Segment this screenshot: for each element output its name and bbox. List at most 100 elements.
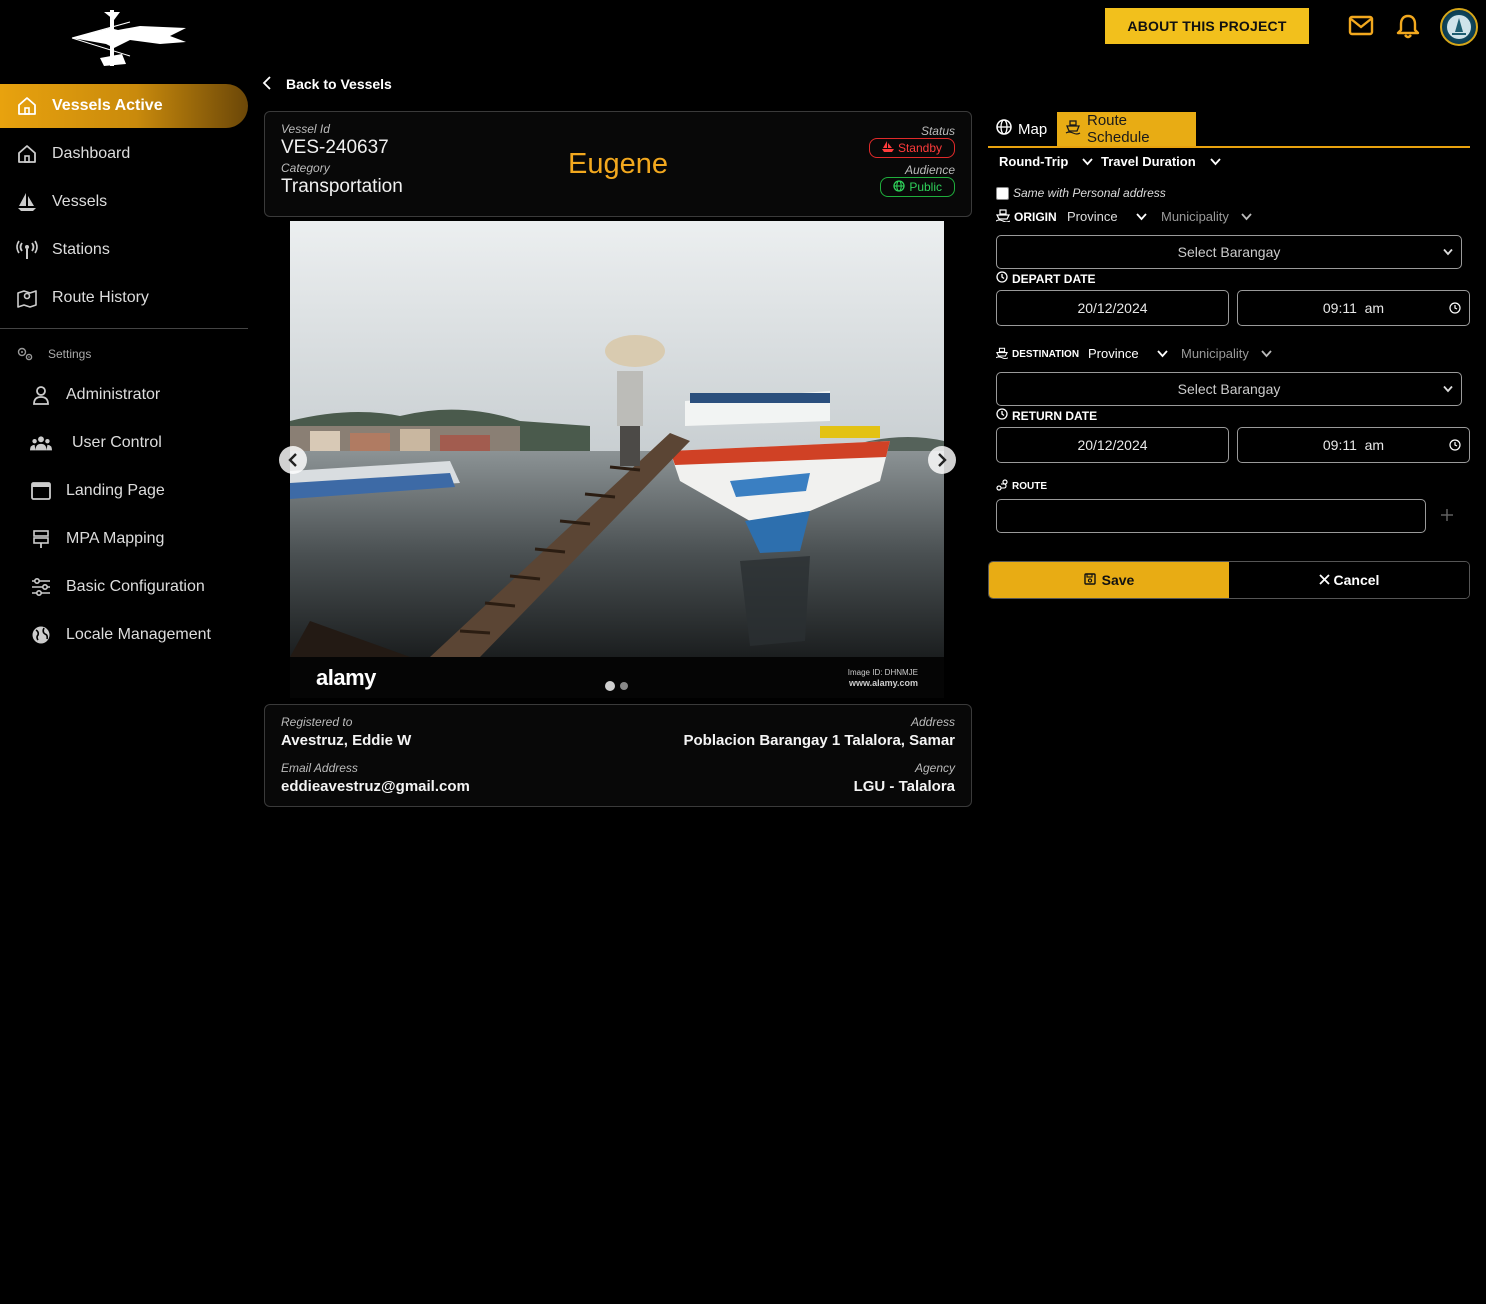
audience-label: Audience [904,163,955,177]
carousel-dot-1[interactable] [605,681,615,691]
status-label: Status [920,124,955,138]
close-icon [1318,572,1330,588]
sidebar-item-vessels-active[interactable]: Vessels Active [0,84,248,128]
watermark-logo: alamy [316,665,376,690]
vessel-photo [290,221,944,657]
same-address-checkbox[interactable]: Same with Personal address [996,186,1166,200]
destination-municipality-select[interactable]: Municipality [1181,346,1272,361]
clock-icon[interactable] [1449,302,1461,314]
destination-province-select[interactable]: Province [1088,346,1168,361]
back-to-vessels-link[interactable]: Back to Vessels [262,74,392,94]
ship-icon [995,209,1011,225]
return-time-input[interactable]: 09:11 am [1237,427,1470,463]
settings-heading: Settings [0,343,248,365]
owner-agency: LGU - Talalora [853,778,955,795]
sidebar-item-landing-page[interactable]: Landing Page [0,469,248,513]
mail-icon[interactable] [1347,12,1375,40]
schedule-tabs: Map Route Schedule [988,112,1470,148]
carousel-next-button[interactable] [928,446,956,474]
bell-icon[interactable] [1394,12,1422,40]
return-date-input[interactable]: 20/12/2024 [996,427,1229,463]
sailboat-icon [16,191,38,213]
tab-map[interactable]: Map [988,112,1055,146]
chevron-down-icon [1082,154,1093,169]
owner-email: eddieavestruz@gmail.com [281,778,470,795]
clock-icon[interactable] [1449,439,1461,451]
owner-details-card: Registered to Avestruz, Eddie W Email Ad… [264,704,972,807]
cancel-button[interactable]: Cancel [1229,562,1469,598]
route-icon [996,479,1008,494]
users-icon [30,432,52,454]
sidebar-item-label: MPA Mapping [66,530,165,547]
vessel-id-label: Vessel Id [281,122,330,136]
return-date-label: RETURN DATE [996,408,1097,423]
destination-label: DESTINATION [995,347,1079,362]
carousel-prev-button[interactable] [279,446,307,474]
globe-icon [893,179,905,195]
sidebar-item-stations[interactable]: Stations [0,228,248,272]
chevron-down-icon [1443,248,1453,256]
destination-barangay-select[interactable]: Select Barangay [996,372,1462,406]
sidebar-item-label: Locale Management [66,626,211,643]
gears-icon [16,345,34,363]
chevron-down-icon [1156,346,1168,361]
clock-icon [996,408,1008,423]
sidebar-item-label: Vessels Active [52,97,163,114]
app-logo[interactable] [70,8,188,68]
travel-duration-select[interactable]: Travel Duration [1101,154,1221,169]
address-label: Address [910,715,955,729]
audience-badge: Public [880,177,955,197]
sidebar-item-user-control[interactable]: User Control [0,421,248,465]
watermark-strip [290,657,944,698]
globe-icon [30,624,52,646]
vessel-name: Eugene [568,148,668,180]
sidebar-item-label: Dashboard [52,145,131,162]
vessel-image-carousel[interactable]: alamy Image ID: DHNMJE www.alamy.com [290,221,944,698]
sidebar-item-label: Administrator [66,386,161,403]
chevron-down-icon [1241,209,1252,224]
about-project-button[interactable]: ABOUT THIS PROJECT [1105,8,1309,44]
carousel-indicators [605,681,628,691]
depart-time-input[interactable]: 09:11 am [1237,290,1470,326]
chevron-left-icon [262,75,276,93]
floppy-disk-icon [1083,572,1096,588]
home-icon [16,143,38,165]
origin-municipality-select[interactable]: Municipality [1161,209,1252,224]
broadcast-tower-icon [16,239,38,261]
sidebar-item-administrator[interactable]: Administrator [0,373,248,417]
route-label: ROUTE [996,479,1047,494]
map-pin-icon [16,287,38,309]
sidebar-item-locale-management[interactable]: Locale Management [0,613,248,657]
origin-province-select[interactable]: Province [1067,209,1147,224]
sailboat-icon [881,141,894,155]
watermark-caption: Image ID: DHNMJE www.alamy.com [847,668,918,688]
sidebar-item-vessels[interactable]: Vessels [0,180,248,224]
sidebar-item-dashboard[interactable]: Dashboard [0,132,248,176]
depart-date-input[interactable]: 20/12/2024 [996,290,1229,326]
tab-route-schedule[interactable]: Route Schedule [1057,112,1196,146]
chevron-down-icon [1135,209,1147,224]
checkbox[interactable] [996,186,1009,200]
window-icon [30,480,52,502]
carousel-dot-2[interactable] [620,682,628,690]
sidebar-item-basic-configuration[interactable]: Basic Configuration [0,565,248,609]
origin-barangay-select[interactable]: Select Barangay [996,235,1462,269]
sidebar-item-route-history[interactable]: Route History [0,276,248,320]
agency-label: Agency [914,761,955,775]
sidebar-item-label: User Control [72,434,162,451]
user-icon [30,384,52,406]
sidebar-item-mpa-mapping[interactable]: MPA Mapping [0,517,248,561]
chevron-down-icon [1443,385,1453,393]
signpost-icon [30,528,52,550]
avatar[interactable] [1440,8,1478,46]
save-button[interactable]: Save [989,562,1229,598]
sliders-icon [30,576,52,598]
registered-owner: Avestruz, Eddie W [281,732,412,749]
clock-icon [996,271,1008,286]
sidebar-item-label: Vessels [52,193,108,210]
trip-type-select[interactable]: Round-Trip [999,154,1093,169]
route-input[interactable] [996,499,1426,533]
add-route-button[interactable] [1440,505,1454,528]
form-actions: Save Cancel [988,561,1470,599]
sidebar-item-label: Route History [52,289,149,306]
